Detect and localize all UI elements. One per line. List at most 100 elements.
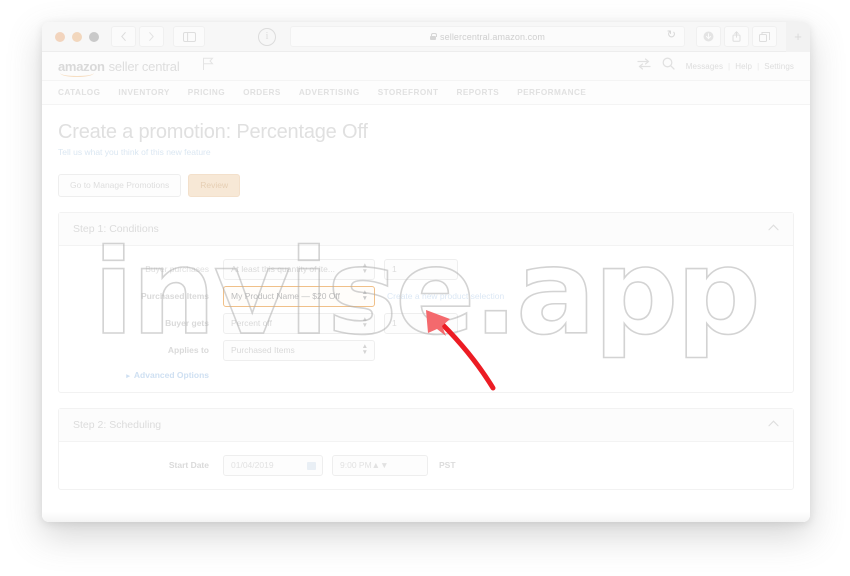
purchased-items-row: Purchased Items My Product Name — $20 Of… xyxy=(59,283,793,310)
start-time-value: 9:00 PM xyxy=(340,460,372,470)
step1-panel: Step 1: Conditions Buyer purchases At le… xyxy=(58,211,794,393)
nav-item-reports[interactable]: REPORTS xyxy=(456,88,499,97)
page-action-buttons: Go to Manage Promotions Review xyxy=(58,174,794,197)
chevron-updown-icon: ▲▼ xyxy=(371,460,389,470)
step2-body: Start Date 01/04/2019 9:00 PM ▲▼ PST xyxy=(59,442,793,489)
nav-item-performance[interactable]: PERFORMANCE xyxy=(517,88,586,97)
search-icon[interactable] xyxy=(662,57,675,75)
applies-to-select[interactable]: Purchased Items ▲ ▼ xyxy=(223,339,375,361)
seller-central-header: amazon seller central Messages | Help | … xyxy=(42,52,810,81)
purchased-items-select-value: My Product Name — $20 Off xyxy=(231,291,340,301)
nav-item-advertising[interactable]: ADVERTISING xyxy=(299,88,360,97)
buyer-purchases-select-value: At least this quantity of ite... xyxy=(231,264,335,274)
browser-actions: + xyxy=(696,22,810,52)
sidebar-toggle-icon xyxy=(182,31,196,42)
nav-item-orders[interactable]: ORDERS xyxy=(243,88,281,97)
applies-to-select-value: Purchased Items xyxy=(231,345,295,355)
applies-to-row: Applies to Purchased Items ▲ ▼ xyxy=(59,337,793,364)
seller-central-wordmark: seller central xyxy=(108,58,180,74)
chevron-updown-icon: ▲▼ xyxy=(361,262,368,275)
header-link-help[interactable]: Help xyxy=(735,62,752,71)
step2-title: Step 2: Scheduling xyxy=(73,418,162,431)
calendar-icon[interactable] xyxy=(307,461,316,470)
window-bottom-fade xyxy=(42,512,810,522)
chevron-right-icon xyxy=(149,32,154,41)
purchased-items-label: Purchased Items xyxy=(140,291,209,301)
chevron-updown-icon: ▲▼ xyxy=(361,289,368,302)
buyer-gets-label: Buyer gets xyxy=(165,318,209,328)
download-icon xyxy=(703,31,714,42)
step1-title: Step 1: Conditions xyxy=(73,222,159,235)
chevron-updown-icon: ▲▼ xyxy=(361,316,368,329)
chevron-updown-icon: ▲▼ xyxy=(361,343,368,356)
start-date-row: Start Date 01/04/2019 9:00 PM ▲▼ PST xyxy=(59,452,793,479)
header-link-messages[interactable]: Messages xyxy=(686,62,723,71)
screenshot-stage: i sellercentral.amazon.com ↻ + amazon se… xyxy=(0,0,850,576)
timezone-label: PST xyxy=(439,460,456,470)
share-icon xyxy=(732,31,741,42)
header-link-separator-2: | xyxy=(757,61,760,71)
review-button[interactable]: Review xyxy=(188,174,241,197)
back-button[interactable] xyxy=(111,26,136,47)
amazon-seller-central-logo[interactable]: amazon seller central xyxy=(58,58,180,77)
advanced-options-row: ▸ Advanced Options xyxy=(59,364,793,382)
header-right-group: Messages | Help | Settings xyxy=(637,57,794,75)
amazon-smile-icon xyxy=(60,69,94,77)
show-tabs-button[interactable] xyxy=(752,26,777,47)
go-to-manage-promotions-button[interactable]: Go to Manage Promotions xyxy=(58,174,182,197)
buyer-gets-select[interactable]: Percent off ▲ ▼ xyxy=(223,312,375,334)
download-button[interactable] xyxy=(696,26,721,47)
maximize-window-button[interactable] xyxy=(89,31,99,42)
purchased-items-select[interactable]: My Product Name — $20 Off ▲ ▼ xyxy=(223,285,375,307)
url-text: sellercentral.amazon.com xyxy=(440,31,545,42)
advanced-options-label: Advanced Options xyxy=(133,369,209,380)
buyer-gets-row: Buyer gets Percent off ▲ ▼ 1 xyxy=(59,310,793,337)
step2-panel: Step 2: Scheduling Start Date 01/04/2019… xyxy=(58,407,794,490)
sidebar-toggle-button[interactable] xyxy=(173,26,205,47)
reload-icon[interactable]: ↻ xyxy=(667,30,676,41)
start-date-input[interactable]: 01/04/2019 xyxy=(223,454,323,476)
header-link-separator-1: | xyxy=(728,61,731,71)
page-content: Create a promotion: Percentage Off Tell … xyxy=(42,105,810,522)
nav-item-storefront[interactable]: STOREFRONT xyxy=(378,88,439,97)
flag-icon[interactable] xyxy=(202,57,215,76)
close-window-button[interactable] xyxy=(55,31,65,42)
create-product-selection-link[interactable]: Create a new product selection xyxy=(387,291,504,301)
buyer-purchases-select[interactable]: At least this quantity of ite... ▲ ▼ xyxy=(223,258,375,280)
main-navigation: CATALOG INVENTORY PRICING ORDERS ADVERTI… xyxy=(42,81,810,105)
start-date-label: Start Date xyxy=(168,460,209,470)
buyer-purchases-quantity-input[interactable]: 1 xyxy=(384,258,458,280)
nav-item-pricing[interactable]: PRICING xyxy=(188,88,225,97)
nav-item-catalog[interactable]: CATALOG xyxy=(58,88,100,97)
info-icon[interactable]: i xyxy=(258,27,276,46)
minimize-window-button[interactable] xyxy=(72,31,82,42)
browser-toolbar: i sellercentral.amazon.com ↻ + xyxy=(42,22,810,52)
applies-to-label: Applies to xyxy=(167,345,209,355)
buyer-purchases-row: Buyer purchases At least this quantity o… xyxy=(59,256,793,283)
advanced-options-toggle[interactable]: ▸ Advanced Options xyxy=(73,370,223,380)
window-traffic-lights[interactable] xyxy=(55,31,99,42)
page-title: Create a promotion: Percentage Off xyxy=(58,121,368,143)
share-button[interactable] xyxy=(724,26,749,47)
buyer-gets-amount-input[interactable]: 1 xyxy=(384,312,458,334)
start-time-select[interactable]: 9:00 PM ▲▼ xyxy=(332,454,428,476)
step1-header[interactable]: Step 1: Conditions xyxy=(59,212,793,246)
header-links: Messages | Help | Settings xyxy=(686,62,794,71)
step1-body: Buyer purchases At least this quantity o… xyxy=(59,246,793,392)
header-link-settings[interactable]: Settings xyxy=(764,62,794,71)
feedback-link[interactable]: Tell us what you think of this new featu… xyxy=(58,147,794,157)
switch-accounts-icon[interactable] xyxy=(637,57,651,75)
address-bar[interactable]: sellercentral.amazon.com ↻ xyxy=(290,26,685,47)
step2-header[interactable]: Step 2: Scheduling xyxy=(59,408,793,442)
caret-right-icon: ▸ xyxy=(126,372,130,380)
browser-window: i sellercentral.amazon.com ↻ + amazon se… xyxy=(42,22,810,522)
tabs-icon xyxy=(759,31,770,42)
nav-item-inventory[interactable]: INVENTORY xyxy=(118,88,169,97)
forward-button[interactable] xyxy=(139,26,164,47)
chevron-left-icon xyxy=(121,32,126,41)
chevron-up-icon[interactable] xyxy=(768,419,779,430)
new-tab-button[interactable]: + xyxy=(786,22,810,52)
buyer-gets-select-value: Percent off xyxy=(231,318,272,328)
chevron-up-icon[interactable] xyxy=(768,223,779,234)
lock-icon xyxy=(430,33,437,40)
